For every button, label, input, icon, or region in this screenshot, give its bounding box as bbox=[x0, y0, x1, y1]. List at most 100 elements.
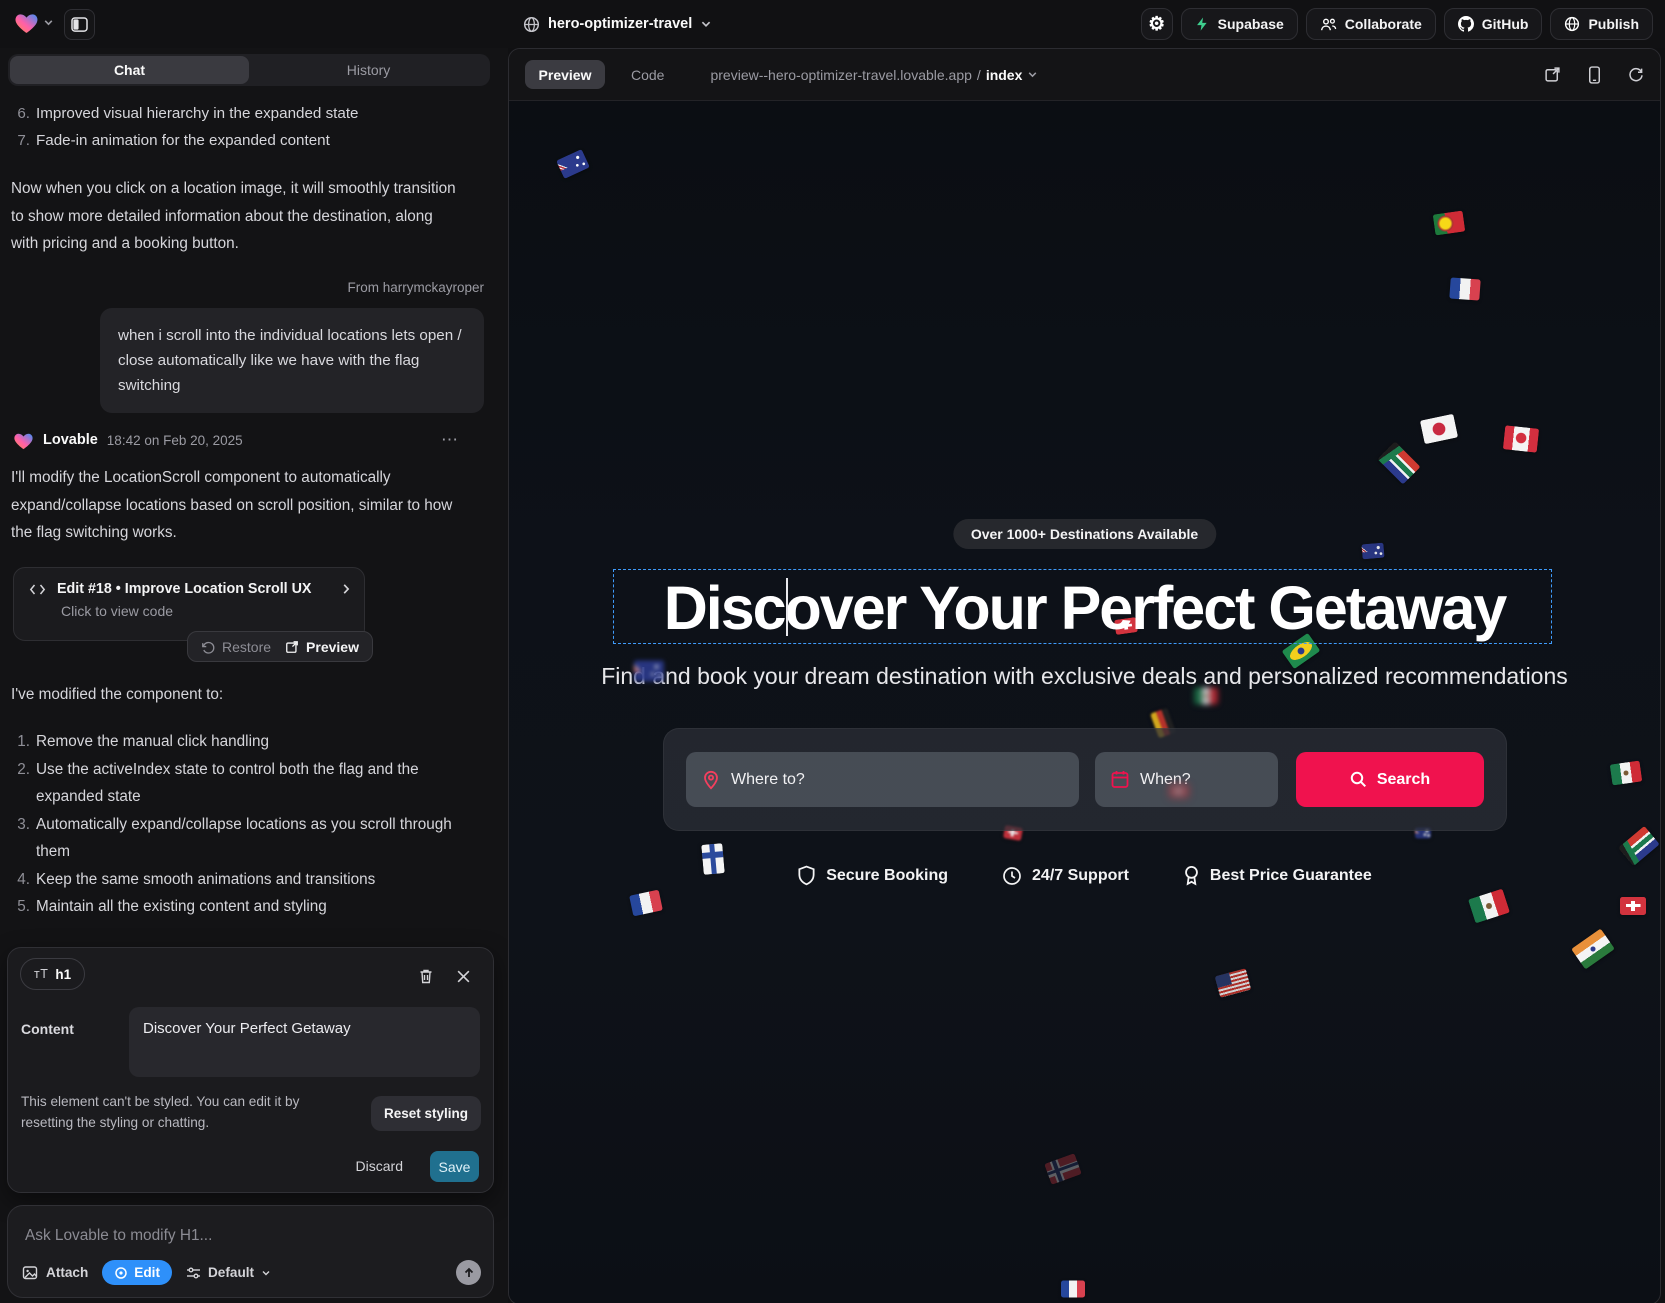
topbar-actions: ⚙ Supabase Collaborate GitHub Publish bbox=[1141, 8, 1653, 40]
text-caret bbox=[786, 578, 788, 636]
reset-styling-button[interactable]: Reset styling bbox=[371, 1096, 481, 1131]
fr-flag-icon bbox=[629, 890, 663, 917]
target-icon bbox=[114, 1266, 128, 1280]
jp-flag-icon bbox=[1420, 414, 1458, 445]
preview-url-page: index bbox=[986, 67, 1023, 83]
lovable-logo-menu[interactable] bbox=[14, 11, 54, 34]
when-input[interactable]: When? bbox=[1095, 752, 1278, 807]
edit-version-card[interactable]: Edit #18 • Improve Location Scroll UX Cl… bbox=[13, 567, 365, 641]
discard-button[interactable]: Discard bbox=[356, 1158, 403, 1174]
restore-button[interactable]: Restore bbox=[201, 639, 271, 655]
preview-version-button[interactable]: Preview bbox=[285, 639, 359, 655]
mx-flag-icon bbox=[1610, 761, 1643, 786]
arrow-up-icon bbox=[463, 1267, 475, 1279]
publish-button[interactable]: Publish bbox=[1550, 8, 1653, 40]
content-input[interactable]: Discover Your Perfect Getaway bbox=[129, 1007, 480, 1077]
edit-mode-toggle[interactable]: Edit bbox=[102, 1260, 172, 1285]
message-timestamp: 18:42 on Feb 20, 2025 bbox=[107, 433, 243, 448]
feature-support: 24/7 Support bbox=[1002, 865, 1129, 886]
lovable-heart-icon bbox=[14, 11, 39, 34]
list-item: 5.Maintain all the existing content and … bbox=[6, 893, 484, 921]
tab-code[interactable]: Code bbox=[631, 67, 664, 83]
nz-flag-icon bbox=[1361, 543, 1384, 560]
assistant-message-header: Lovable 18:42 on Feb 20, 2025 ⋯ bbox=[13, 428, 495, 452]
list-item: 4.Keep the same smooth animations and tr… bbox=[6, 866, 484, 894]
ch-flag-icon bbox=[1169, 784, 1189, 798]
send-button[interactable] bbox=[456, 1260, 481, 1285]
us-flag-icon bbox=[1215, 968, 1252, 998]
chevron-right-icon bbox=[340, 583, 352, 595]
au-flag-icon bbox=[634, 661, 664, 682]
search-card: Where to? When? Search bbox=[663, 728, 1507, 831]
preview-url-host: preview--hero-optimizer-travel.lovable.a… bbox=[710, 67, 971, 83]
gear-icon: ⚙ bbox=[1148, 15, 1165, 34]
preview-url-selector[interactable]: preview--hero-optimizer-travel.lovable.a… bbox=[710, 67, 1038, 83]
list-item: 2.Use the activeIndex state to control b… bbox=[6, 756, 484, 811]
panel-left-icon bbox=[71, 17, 88, 32]
selected-element-tag-badge: тT h1 bbox=[20, 958, 85, 990]
styling-note: This element can't be styled. You can ed… bbox=[21, 1092, 331, 1133]
external-link-icon bbox=[285, 640, 299, 654]
mx-flag-icon bbox=[1468, 889, 1510, 924]
chevron-down-icon bbox=[700, 18, 712, 30]
hero-heading[interactable]: Discover Your Perfect Getaway bbox=[509, 573, 1660, 643]
element-editor-panel: тT h1 Content Discover Your Perfect Geta… bbox=[7, 947, 494, 1193]
supabase-button[interactable]: Supabase bbox=[1181, 8, 1298, 40]
mobile-view-icon[interactable] bbox=[1588, 66, 1601, 84]
top-bar: hero-optimizer-travel ⚙ Supabase Collabo… bbox=[0, 0, 1665, 48]
tab-history[interactable]: History bbox=[249, 56, 488, 84]
typography-icon: тT bbox=[34, 967, 48, 981]
award-icon bbox=[1183, 865, 1200, 886]
in-flag-icon bbox=[1571, 928, 1615, 969]
lovable-heart-icon bbox=[13, 431, 34, 450]
tab-preview[interactable]: Preview bbox=[525, 60, 605, 89]
fr-flag-icon bbox=[1449, 277, 1480, 300]
message-menu-button[interactable]: ⋯ bbox=[441, 430, 460, 450]
tab-chat[interactable]: Chat bbox=[10, 56, 249, 84]
settings-button[interactable]: ⚙ bbox=[1141, 8, 1173, 40]
preview-toolbar: Preview Code preview--hero-optimizer-tra… bbox=[509, 49, 1660, 101]
open-in-new-tab-icon[interactable] bbox=[1544, 66, 1561, 83]
assistant-list-modifications: 1.Remove the manual click handling 2.Use… bbox=[6, 728, 484, 921]
no-flag-icon bbox=[1044, 1153, 1082, 1185]
close-icon[interactable] bbox=[453, 966, 473, 986]
save-button[interactable]: Save bbox=[430, 1151, 479, 1182]
hero-subtitle: Find and book your dream destination wit… bbox=[509, 663, 1660, 690]
assistant-paragraph: I've modified the component to: bbox=[11, 681, 471, 709]
refresh-icon[interactable] bbox=[1628, 67, 1644, 83]
code-icon bbox=[29, 583, 46, 596]
sidebar-tabs: Chat History bbox=[8, 54, 490, 86]
globe-icon bbox=[523, 16, 540, 33]
project-name: hero-optimizer-travel bbox=[548, 16, 692, 32]
assistant-name: Lovable bbox=[43, 432, 98, 448]
github-button[interactable]: GitHub bbox=[1444, 8, 1543, 40]
version-actions-pill: Restore Preview bbox=[187, 631, 373, 662]
feature-secure-booking: Secure Booking bbox=[797, 865, 948, 886]
preview-url-separator: / bbox=[977, 67, 981, 83]
people-icon bbox=[1320, 17, 1337, 32]
za-flag-icon bbox=[1377, 441, 1420, 484]
mx-flag-icon bbox=[1194, 688, 1218, 705]
preview-panel: Preview Code preview--hero-optimizer-tra… bbox=[508, 48, 1661, 1303]
element-tag: h1 bbox=[55, 967, 71, 982]
list-item: 3.Automatically expand/collapse location… bbox=[6, 811, 484, 866]
attach-button[interactable]: Attach bbox=[22, 1265, 88, 1281]
delete-element-button[interactable] bbox=[416, 966, 436, 986]
chat-composer: Ask Lovable to modify H1... Attach Edit … bbox=[7, 1205, 494, 1298]
where-placeholder: Where to? bbox=[731, 771, 805, 789]
user-message-bubble: when i scroll into the individual locati… bbox=[100, 308, 484, 413]
chevron-down-icon bbox=[261, 1268, 271, 1278]
calendar-icon bbox=[1111, 770, 1129, 789]
composer-input[interactable]: Ask Lovable to modify H1... bbox=[25, 1227, 212, 1245]
list-item: 6.Improved visual hierarchy in the expan… bbox=[6, 100, 476, 127]
edit-card-title: Edit #18 • Improve Location Scroll UX bbox=[57, 581, 329, 597]
sidebar-toggle-button[interactable] bbox=[64, 9, 95, 40]
where-input[interactable]: Where to? bbox=[686, 752, 1079, 807]
collaborate-button[interactable]: Collaborate bbox=[1306, 8, 1436, 40]
chevron-down-icon bbox=[1027, 69, 1038, 80]
project-selector[interactable]: hero-optimizer-travel bbox=[523, 0, 712, 48]
mode-selector[interactable]: Default bbox=[186, 1265, 271, 1280]
assistant-paragraph: Now when you click on a location image, … bbox=[11, 175, 459, 258]
search-button[interactable]: Search bbox=[1296, 752, 1484, 807]
feature-row: Secure Booking 24/7 Support Best Price G… bbox=[509, 865, 1660, 886]
